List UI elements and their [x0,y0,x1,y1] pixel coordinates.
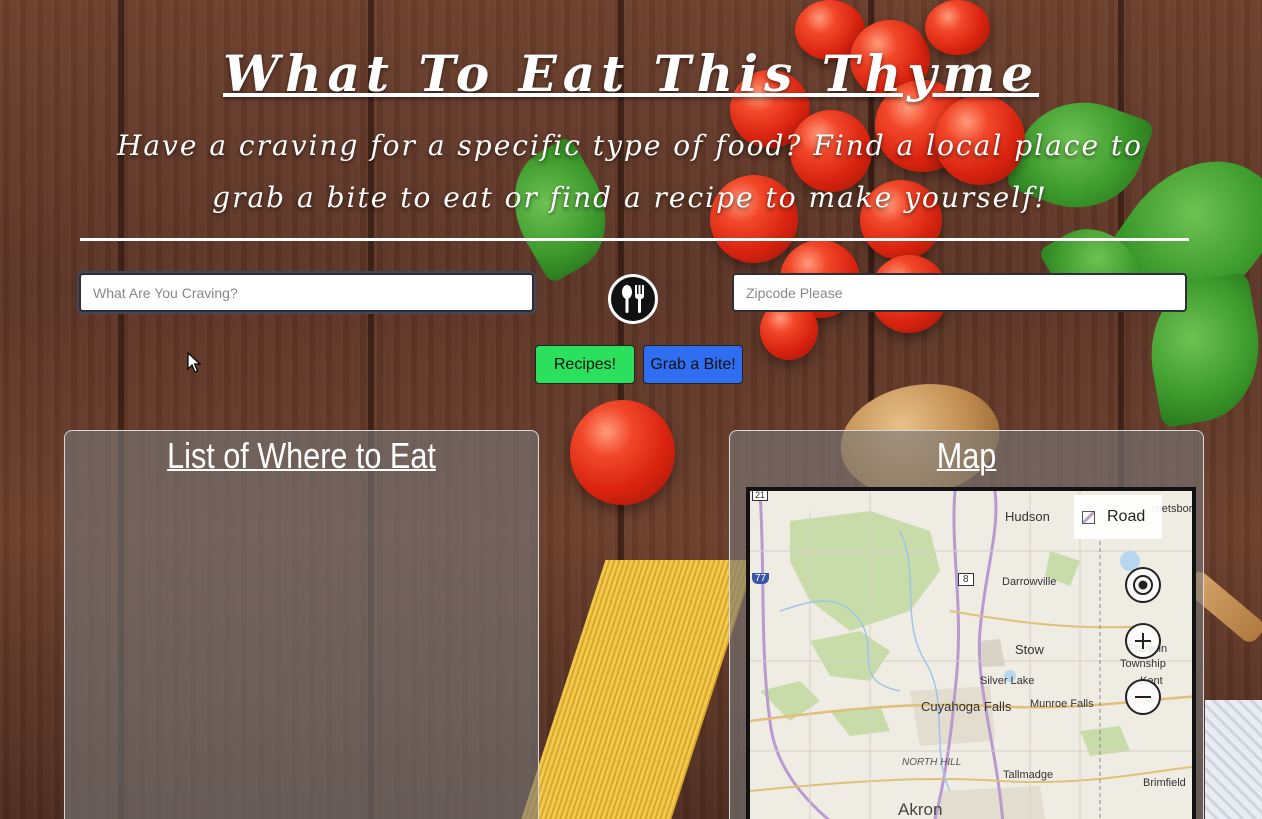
map-label-brimfield: Brimfield [1143,777,1186,789]
map-label-stow: Stow [1015,642,1044,657]
route-8-shield: 8 [958,573,974,586]
cloth-decoration [1205,700,1262,819]
recipes-button[interactable]: Recipes! [535,345,635,384]
map-panel-title: Map [936,435,997,476]
route-21-shield: 21 [752,491,769,501]
spaghetti-decoration [514,560,756,819]
header-divider [80,238,1189,241]
map-panel: Map 21 77 8 Hudson reetsbor Darrowville … [729,430,1204,819]
restaurant-list-panel: List of Where to Eat [64,430,539,819]
map-view[interactable]: 21 77 8 Hudson reetsbor Darrowville Stow… [746,487,1196,819]
zoom-in-icon[interactable] [1125,623,1161,659]
map-label-cuyahoga-falls: Cuyahoga Falls [921,699,1012,714]
map-style-road-button[interactable]: Road [1074,495,1162,539]
grab-a-bite-button[interactable]: Grab a Bite! [643,345,743,384]
zoom-out-icon[interactable] [1125,679,1161,715]
map-label-hudson: Hudson [1005,509,1050,524]
map-label-munroe-falls: Munroe Falls [1030,698,1094,710]
craving-input[interactable] [79,273,534,312]
map-label-north-hill: NORTH HILL [902,757,962,768]
page-subtitle: Have a craving for a specific type of fo… [116,129,1144,214]
map-label-township: Township [1120,658,1166,670]
map-label-akron: Akron [898,800,943,819]
map-style-label: Road [1107,508,1146,525]
route-77-shield: 77 [752,573,770,584]
map-label-tallmadge: Tallmadge [1003,769,1054,781]
spoon-fork-icon [608,274,658,324]
locate-icon[interactable] [1125,567,1161,603]
map-label-silver-lake: Silver Lake [980,675,1035,687]
road-style-icon [1082,510,1095,524]
map-label-darrowville: Darrowville [1002,576,1057,588]
map-base-graphic [750,491,1192,819]
list-panel-title: List of Where to Eat [167,435,436,476]
zipcode-input[interactable] [732,273,1187,312]
page-title: What To Eat This Thyme [222,44,1040,103]
tomato-decoration [570,400,675,505]
mouse-cursor-icon [187,351,202,379]
